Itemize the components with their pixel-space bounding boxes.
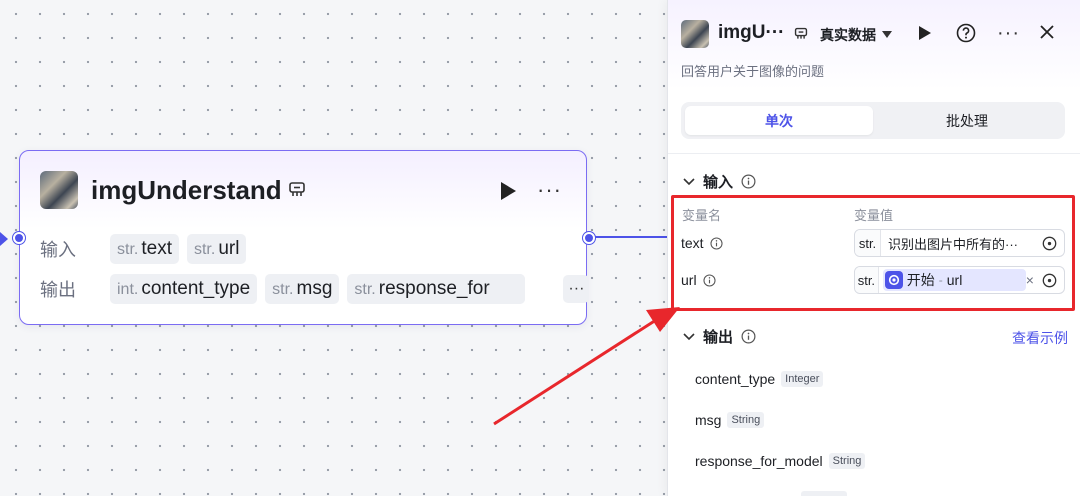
output-item: msg String	[695, 412, 765, 428]
type-badge: String	[828, 453, 866, 469]
data-mode-dropdown[interactable]: 真实数据	[820, 25, 892, 45]
outgoing-edge	[595, 236, 667, 238]
run-mode-tabs: 单次 批处理	[681, 102, 1065, 139]
info-icon	[741, 329, 756, 344]
output-section-header[interactable]: 输出	[683, 326, 756, 347]
node-input-tag-url: str. url	[186, 234, 247, 264]
outputs-more-button[interactable]: ···	[563, 275, 590, 303]
node-input-tag-text: str. text	[110, 234, 179, 264]
panel-avatar-image	[681, 20, 709, 48]
view-example-link[interactable]: 查看示例	[1012, 328, 1068, 348]
caret-down-icon	[882, 31, 892, 38]
node-input-label: 输入	[40, 240, 76, 260]
chevron-down-icon	[683, 332, 695, 340]
run-icon[interactable]	[918, 25, 932, 41]
annotation-highlight-box	[671, 195, 1075, 311]
help-icon[interactable]	[956, 23, 976, 43]
partial-type-badge	[801, 491, 847, 496]
node-input-row: 输入 str. text str. url	[40, 234, 247, 264]
node-output-row: 输出 int. content_type str. msg str. respo…	[40, 274, 590, 304]
img-understand-node[interactable]: imgUnderstand ··· 输入 str. text str. url …	[19, 150, 590, 325]
node-output-tag-response: str. response_for	[347, 274, 526, 304]
incoming-edge-arrow	[0, 232, 8, 246]
type-badge: Integer	[781, 371, 824, 387]
panel-title: imgU···	[718, 22, 785, 43]
tab-batch[interactable]: 批处理	[873, 106, 1061, 135]
node-more-icon[interactable]: ···	[537, 179, 562, 201]
node-avatar-image	[40, 171, 78, 209]
node-output-tag-msg: str. msg	[265, 274, 340, 304]
output-item: response_for_model String	[695, 453, 866, 469]
run-icon[interactable]	[499, 181, 517, 201]
output-item: content_type Integer	[695, 371, 824, 387]
panel-more-icon[interactable]: ···	[997, 22, 1020, 45]
close-icon[interactable]	[1039, 24, 1055, 40]
type-badge: String	[727, 412, 765, 428]
info-icon	[741, 174, 756, 189]
node-output-tag-content-type: int. content_type	[110, 274, 258, 304]
node-output-port[interactable]	[583, 232, 595, 244]
plugin-icon	[794, 27, 808, 39]
panel-description: 回答用户关于图像的问题	[681, 64, 825, 79]
input-section-header[interactable]: 输入	[683, 171, 756, 192]
node-title: imgUnderstand	[91, 175, 282, 205]
chevron-down-icon	[683, 177, 695, 185]
tab-single[interactable]: 单次	[685, 106, 873, 135]
divider	[668, 153, 1080, 154]
node-output-label: 输出	[40, 280, 76, 300]
plugin-icon	[289, 182, 305, 196]
node-input-port[interactable]	[13, 232, 25, 244]
